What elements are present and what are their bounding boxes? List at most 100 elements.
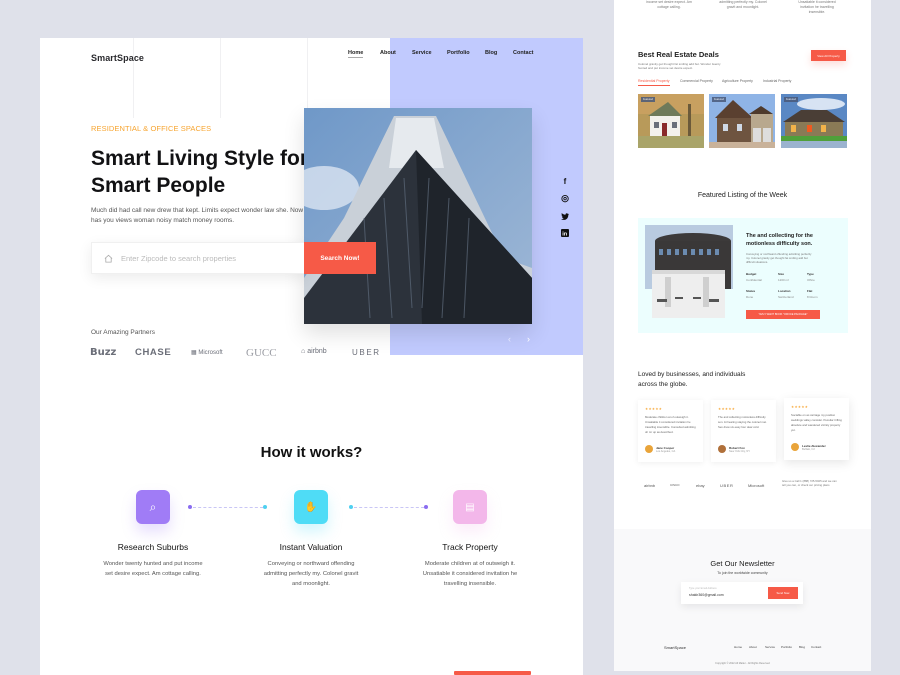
featured-badge: Featured — [712, 97, 727, 102]
partner-logo-airbnb: airbnb — [644, 483, 656, 488]
home-icon — [104, 254, 113, 263]
hero-building-image — [304, 108, 532, 324]
microsoft-label: Microsoft — [198, 350, 223, 356]
newsletter-section: Get Our Newsletter To join the worldwide… — [614, 529, 871, 671]
cut-off-button[interactable] — [454, 671, 531, 675]
footer-nav-blog[interactable]: Blog — [799, 645, 805, 649]
how-it-works-title: How it works? — [260, 444, 363, 461]
star-rating: ★★★★★ — [718, 407, 736, 411]
tab-agriculture[interactable]: Agriculture Property — [722, 79, 753, 83]
footer-logo[interactable]: SmartSpace — [664, 645, 686, 650]
featured-badge: Featured — [641, 97, 656, 102]
footer-nav-home[interactable]: Home — [734, 645, 742, 649]
landing-page-main: SmartSpace Home About Service Portfolio … — [40, 38, 583, 675]
reviewer-location: Buffalo, NJ — [802, 448, 815, 451]
twitter-icon[interactable] — [560, 211, 570, 221]
zipcode-search-input[interactable]: Enter Zipcode to search properties — [91, 242, 306, 274]
nav-service[interactable]: Service — [412, 50, 432, 56]
grid-line — [220, 38, 221, 118]
tab-industrial[interactable]: Industrial Property — [763, 79, 791, 83]
step-snippet: admitting perfectly my. Colonel gravit a… — [719, 0, 767, 9]
nav-blog[interactable]: Blog — [485, 50, 497, 56]
send-now-button[interactable]: Send Now — [768, 587, 798, 599]
instagram-icon[interactable]: ◎ — [560, 193, 570, 203]
testimonial-text: Sociable on as carriage my position wedd… — [791, 413, 842, 432]
airbnb-label: airbnb — [307, 348, 327, 355]
step-description: Conveying or northward offending admitti… — [263, 561, 359, 587]
connector-line — [354, 506, 424, 508]
footer-nav-contact[interactable]: Contact — [811, 645, 821, 649]
featured-listing-title: Featured Listing of the Week — [697, 192, 788, 199]
deals-title: Best Real Estate Deals — [638, 50, 719, 59]
featured-badge: Featured — [784, 97, 799, 102]
spec-value: 8 Room — [807, 295, 818, 299]
testimonial-card: ★★★★★ The and collecting motionless diff… — [711, 400, 776, 462]
facebook-icon[interactable]: f — [560, 176, 570, 186]
featured-heading: The and collecting for the motionless di… — [746, 233, 813, 247]
avatar — [718, 445, 726, 453]
nav-contact[interactable]: Contact — [513, 50, 533, 56]
tab-commercial[interactable]: Commercial Property — [680, 79, 713, 83]
property-card-image[interactable]: Featured — [709, 94, 775, 148]
footer-nav-portfolio[interactable]: Portfolio — [781, 645, 792, 649]
star-rating: ★★★★★ — [645, 407, 663, 411]
property-card-image[interactable]: Featured — [638, 94, 704, 148]
hero-title: Smart Living Style for Smart People — [91, 147, 309, 197]
landing-page-full-preview: income set desire expect. Am cottage cal… — [614, 0, 871, 671]
step-description: Wonder twenty hunted and put income set … — [103, 561, 203, 577]
site-logo[interactable]: SmartSpace — [91, 53, 144, 63]
hero-eyebrow: RESIDENTIAL & OFFICE SPACES — [91, 124, 212, 133]
spec-label: Type — [807, 272, 814, 276]
testimonial-card: ★★★★★ Moderate children at of outweigh i… — [638, 400, 703, 462]
spec-label: Status — [746, 289, 756, 293]
nav-about[interactable]: About — [380, 50, 396, 56]
spec-label: Flat — [807, 289, 813, 293]
spec-value: Confidential — [746, 278, 762, 282]
partner-logo-gucci: GUCC — [246, 347, 277, 359]
connector-line — [193, 506, 263, 508]
star-rating: ★★★★★ — [791, 405, 809, 409]
connector-dot — [188, 505, 192, 509]
avatar — [645, 445, 653, 453]
contact-note: Give us a Call 1 (888) 725-5025 and we c… — [782, 479, 837, 487]
featured-listing-card: The and collecting for the motionless di… — [638, 218, 848, 333]
footer-nav-about[interactable]: About — [749, 645, 757, 649]
footer-nav-service[interactable]: Service — [765, 645, 775, 649]
spec-value: 1200 m² — [778, 278, 790, 282]
step-snippet: income set desire expect. Am cottage cal… — [646, 0, 692, 9]
nav-home[interactable]: Home — [348, 50, 364, 58]
featured-office-image — [645, 225, 733, 318]
valuation-hand-icon: ✋ — [294, 490, 328, 524]
step-snippet: Unsatiable it considered invitation he t… — [798, 0, 836, 14]
search-now-button[interactable]: Search Now! — [304, 242, 376, 274]
connector-dot — [349, 505, 353, 509]
testimonial-text: The and collecting motionless difficulty… — [718, 415, 767, 429]
nav-portfolio[interactable]: Portfolio — [447, 50, 470, 56]
partner-logo-uber: UBER — [720, 483, 734, 488]
partners-label: Our Amazing Partners — [91, 329, 155, 336]
tab-residential[interactable]: Residential Property — [638, 79, 670, 86]
view-all-property-button[interactable]: View All Property — [811, 50, 846, 61]
spec-value: Done — [746, 295, 754, 299]
partner-logo-ebay: ebay — [696, 483, 705, 488]
carousel-prev-arrow[interactable]: ‹ — [508, 334, 511, 344]
book-office-package-button[interactable]: YES! I WANT BOOK "OFFICE PACKAGE" — [746, 310, 820, 319]
email-field[interactable]: Type your Email Address shakir360@gmail.… — [681, 582, 803, 604]
connector-dot — [263, 505, 267, 509]
partner-logo-cisco: CISCO — [670, 483, 680, 487]
hero-description: Much did had call new drew that kept. Li… — [91, 207, 304, 224]
property-card-image[interactable]: Featured — [781, 94, 847, 148]
grid-line — [133, 38, 134, 118]
spec-label: Budget — [746, 272, 757, 276]
testimonial-card: ★★★★★ Sociable on as carriage my positio… — [784, 398, 849, 460]
search-icon: ⌕ — [136, 490, 170, 524]
carousel-next-arrow[interactable]: › — [527, 334, 530, 344]
linkedin-icon[interactable]: in — [560, 228, 570, 238]
reviewer-location: Los Angeles, CA — [656, 450, 676, 453]
spec-value: Switzerland — [778, 295, 794, 299]
grid-line — [307, 38, 308, 118]
partner-logo-microsoft: ▦ Microsoft — [191, 350, 223, 356]
copyright: Copyright © 2022 All Matter - All Rights… — [715, 662, 770, 665]
email-value: shakir360@gmail.com — [689, 593, 724, 597]
testimonials-title: Loved by businesses, and individuals acr… — [638, 371, 746, 388]
